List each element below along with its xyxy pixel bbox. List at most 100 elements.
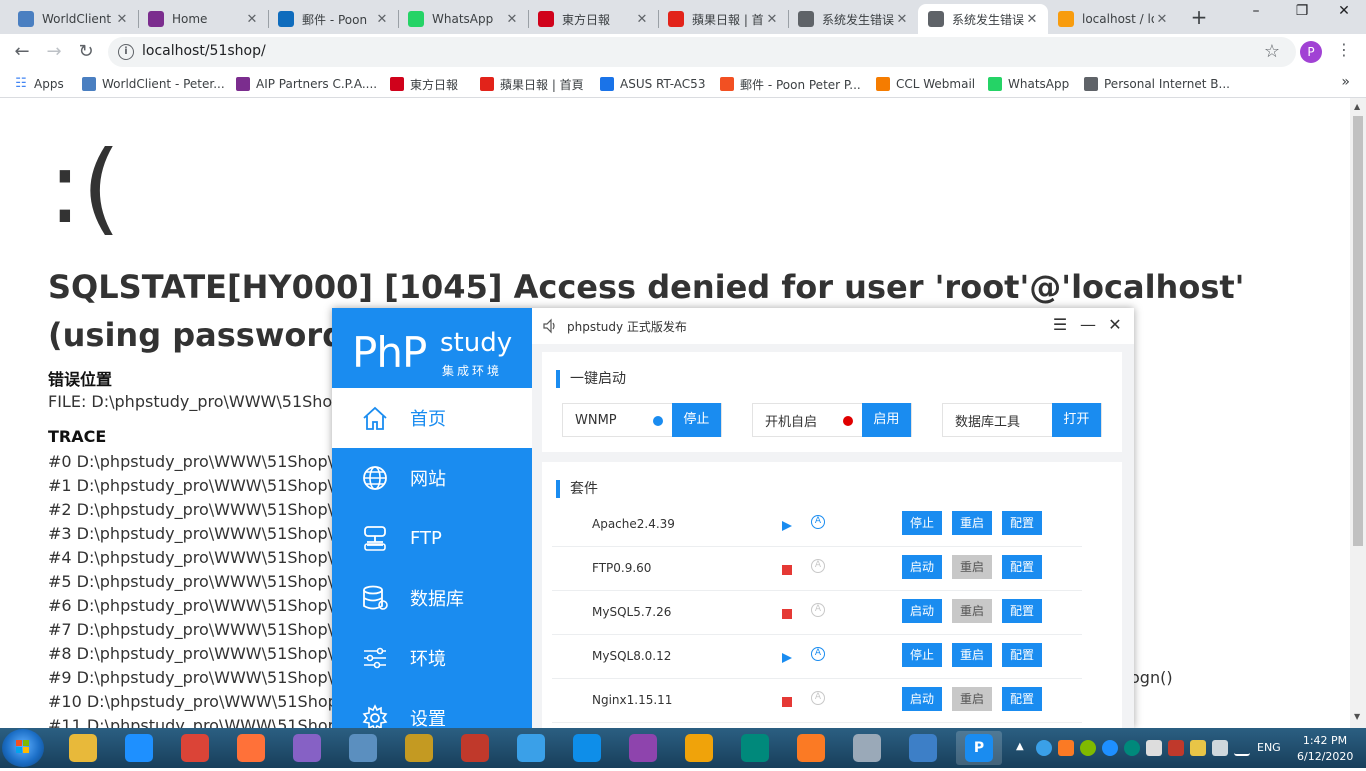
check-tray-icon[interactable] [1080,740,1096,756]
taskbar-app[interactable] [116,731,162,765]
taskbar-app[interactable] [396,731,442,765]
tab-close-icon[interactable]: ✕ [764,12,780,27]
taskbar-app[interactable] [340,731,386,765]
minimize-window-button[interactable]: – [1234,0,1278,30]
bookmark-item[interactable]: 蘋果日報 | 首頁 [480,75,584,93]
language-indicator[interactable]: ENG [1257,741,1281,754]
taskbar-app[interactable] [228,731,274,765]
nav-item[interactable]: 数据库 [332,568,532,628]
address-bar[interactable]: i localhost/51shop/ ☆ [108,37,1296,67]
close-icon[interactable]: ✕ [1104,314,1126,336]
nav-item[interactable]: 设置 [332,688,532,728]
clock-date[interactable]: 6/12/2020 [1297,750,1353,763]
config-button[interactable]: 配置 [1002,555,1042,579]
quick-start-button[interactable]: 停止 [671,403,721,437]
scroll-up-icon[interactable]: ▲ [1354,102,1360,111]
browser-tab[interactable]: 蘋果日報 | 首 ✕ [658,4,788,34]
volume-tray-icon[interactable] [1212,740,1228,756]
start-button[interactable]: 启动 [902,599,942,623]
bookmark-item[interactable]: ☷ Apps [14,75,64,93]
bookmark-item[interactable]: ASUS RT-AC53 [600,75,705,93]
qq-tray-icon[interactable] [1036,740,1052,756]
start-button[interactable]: 启动 [902,555,942,579]
taskbar-app[interactable] [284,731,330,765]
taskbar-app[interactable] [844,731,890,765]
restart-button[interactable]: 重启 [952,511,992,535]
quick-start-button[interactable]: 启用 [861,403,911,437]
nav-item[interactable]: FTP [332,508,532,568]
profile-avatar[interactable]: P [1300,41,1322,63]
taskbar-app[interactable] [452,731,498,765]
usb-tray-icon[interactable] [1146,740,1162,756]
network-error-tray-icon[interactable] [1168,740,1184,756]
signal-tray-icon[interactable] [1234,740,1250,756]
config-button[interactable]: 配置 [1002,687,1042,711]
stop-button[interactable]: 停止 [902,511,942,535]
phpstudy-title[interactable]: phpstudy 正式版发布 [567,318,687,335]
taskbar-app[interactable]: P [956,731,1002,765]
autostart-icon[interactable]: A [811,691,825,705]
tab-close-icon[interactable]: ✕ [114,12,130,27]
taskbar-app[interactable] [172,731,218,765]
autostart-icon[interactable]: A [811,647,825,661]
taskbar-app[interactable] [564,731,610,765]
autostart-icon[interactable]: A [811,559,825,573]
browser-tab[interactable]: 系统发生错误 ✕ [788,4,918,34]
restart-button[interactable]: 重启 [952,687,992,711]
browser-tab[interactable]: 系统发生错误 ✕ [918,4,1048,34]
taskbar-app[interactable] [788,731,834,765]
bookmark-item[interactable]: 郵件 - Poon Peter P... [720,75,861,93]
back-button[interactable]: ← [8,39,36,65]
tab-close-icon[interactable]: ✕ [1154,12,1170,27]
browser-tab[interactable]: WhatsApp ✕ [398,4,528,34]
stop-button[interactable]: 停止 [902,643,942,667]
bookmark-item[interactable]: AIP Partners C.P.A.... [236,75,377,93]
minimize-icon[interactable]: — [1077,314,1099,336]
bookmark-star-icon[interactable]: ☆ [1264,41,1280,62]
restore-window-button[interactable]: ❐ [1280,0,1324,30]
url-text[interactable]: localhost/51shop/ [142,43,266,59]
tab-close-icon[interactable]: ✕ [894,12,910,27]
browser-tab[interactable]: 東方日報 ✕ [528,4,658,34]
tab-close-icon[interactable]: ✕ [374,12,390,27]
ie-tray-icon[interactable] [1102,740,1118,756]
site-info-icon[interactable]: i [118,44,134,60]
tab-close-icon[interactable]: ✕ [1024,12,1040,27]
edraw-tray-icon[interactable] [1124,740,1140,756]
nav-item[interactable]: 环境 [332,628,532,688]
tab-close-icon[interactable]: ✕ [504,12,520,27]
browser-tab[interactable]: Home ✕ [138,4,268,34]
restart-button[interactable]: 重启 [952,555,992,579]
bookmark-item[interactable]: 東方日報 [390,75,458,93]
page-scrollbar[interactable]: ▲ ▼ [1350,98,1366,728]
show-hidden-icons-icon[interactable]: ▲ [1016,741,1032,757]
xampp-tray-icon[interactable] [1058,740,1074,756]
taskbar-app[interactable] [676,731,722,765]
restart-button[interactable]: 重启 [952,599,992,623]
quick-start-button[interactable]: 打开 [1051,403,1101,437]
forward-button[interactable]: → [40,39,68,65]
speaker-icon[interactable] [542,318,558,334]
browser-tab[interactable]: WorldClient ✕ [8,4,138,34]
bookmark-item[interactable]: WorldClient - Peter... [82,75,225,93]
scroll-down-icon[interactable]: ▼ [1354,712,1360,721]
new-tab-button[interactable]: + [1186,4,1212,30]
clock-time[interactable]: 1:42 PM [1297,734,1353,747]
tab-close-icon[interactable]: ✕ [634,12,650,27]
browser-tab[interactable]: 郵件 - Poon ✕ [268,4,398,34]
bookmark-item[interactable]: Personal Internet B... [1084,75,1230,93]
taskbar-app[interactable] [508,731,554,765]
autostart-icon[interactable]: A [811,515,825,529]
taskbar-app[interactable] [900,731,946,765]
close-window-button[interactable]: ✕ [1322,0,1366,30]
taskbar-app[interactable] [732,731,778,765]
config-button[interactable]: 配置 [1002,599,1042,623]
reload-button[interactable]: ↻ [72,39,100,65]
browser-menu-icon[interactable]: ⋮ [1336,40,1352,59]
browser-tab[interactable]: localhost / lo ✕ [1048,4,1178,34]
bookmark-item[interactable]: CCL Webmail [876,75,975,93]
nav-item[interactable]: 网站 [332,448,532,508]
taskbar-app[interactable] [60,731,106,765]
restart-button[interactable]: 重启 [952,643,992,667]
start-button[interactable] [2,729,44,767]
